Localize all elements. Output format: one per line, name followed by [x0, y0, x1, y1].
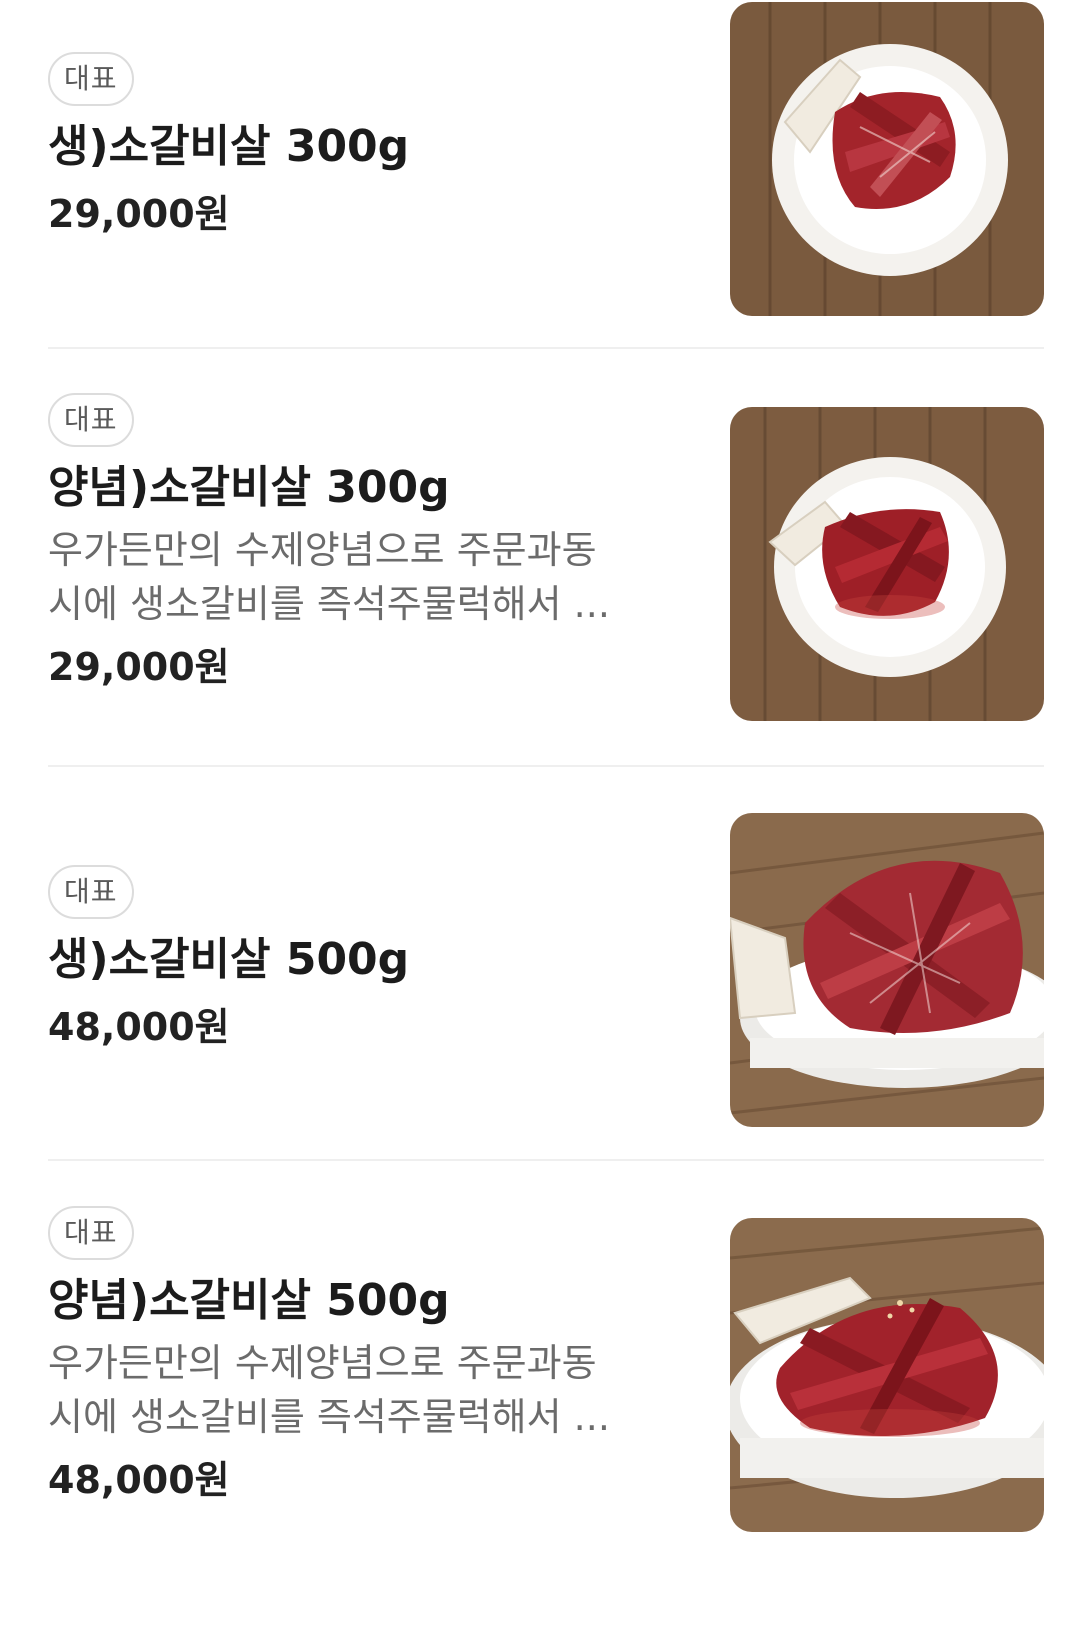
- menu-item-name: 생)소갈비살 500g: [48, 934, 410, 985]
- menu-item-info: 대표 생)소갈비살 300g 29,000원: [48, 52, 688, 240]
- signature-badge: 대표: [48, 52, 134, 106]
- menu-item-description-line: 우가든만의 수제양념으로 주문과동: [48, 528, 597, 572]
- menu-item-marinated-galbisal-500g[interactable]: 대표 양념)소갈비살 500g 우가든만의 수제양념으로 주문과동 시에 생소갈…: [48, 1206, 1044, 1546]
- menu-item-photo[interactable]: [730, 407, 1044, 721]
- divider: [48, 1159, 1044, 1161]
- menu-item-price: 29,000원: [48, 192, 230, 236]
- menu-item-marinated-galbisal-300g[interactable]: 대표 양념)소갈비살 300g 우가든만의 수제양념으로 주문과동 시에 생소갈…: [48, 393, 1044, 733]
- menu-item-info: 대표 양념)소갈비살 300g 우가든만의 수제양념으로 주문과동 시에 생소갈…: [48, 393, 688, 693]
- menu-item-photo[interactable]: [730, 1218, 1044, 1532]
- menu-item-price: 29,000원: [48, 645, 230, 689]
- signature-badge: 대표: [48, 393, 134, 447]
- menu-item-raw-galbisal-500g[interactable]: 대표 생)소갈비살 500g 48,000원: [48, 813, 1044, 1165]
- menu-item-description-line: 우가든만의 수제양념으로 주문과동: [48, 1341, 597, 1385]
- menu-item-price: 48,000원: [48, 1458, 230, 1502]
- menu-item-price: 48,000원: [48, 1005, 230, 1049]
- menu-list: 대표 생)소갈비살 300g 29,000원 대표 양념)소갈비살 300g 우…: [0, 0, 1080, 1634]
- menu-item-photo[interactable]: [730, 2, 1044, 316]
- menu-item-description: 우가든만의 수제양념으로 주문과동 시에 생소갈비를 즉석주물럭해서 ...: [48, 523, 668, 631]
- divider: [48, 347, 1044, 349]
- menu-item-description-line: 시에 생소갈비를 즉석주물럭해서 ...: [48, 1395, 610, 1439]
- menu-item-raw-galbisal-300g[interactable]: 대표 생)소갈비살 300g 29,000원: [48, 2, 1044, 372]
- menu-item-info: 대표 양념)소갈비살 500g 우가든만의 수제양념으로 주문과동 시에 생소갈…: [48, 1206, 688, 1506]
- menu-item-name: 양념)소갈비살 300g: [48, 462, 450, 513]
- divider: [48, 765, 1044, 767]
- signature-badge: 대표: [48, 1206, 134, 1260]
- menu-item-info: 대표 생)소갈비살 500g 48,000원: [48, 865, 688, 1053]
- menu-item-name: 양념)소갈비살 500g: [48, 1275, 450, 1326]
- menu-item-name: 생)소갈비살 300g: [48, 121, 410, 172]
- menu-item-description: 우가든만의 수제양념으로 주문과동 시에 생소갈비를 즉석주물럭해서 ...: [48, 1336, 668, 1444]
- signature-badge: 대표: [48, 865, 134, 919]
- menu-item-photo[interactable]: [730, 813, 1044, 1127]
- menu-item-description-line: 시에 생소갈비를 즉석주물럭해서 ...: [48, 582, 610, 626]
